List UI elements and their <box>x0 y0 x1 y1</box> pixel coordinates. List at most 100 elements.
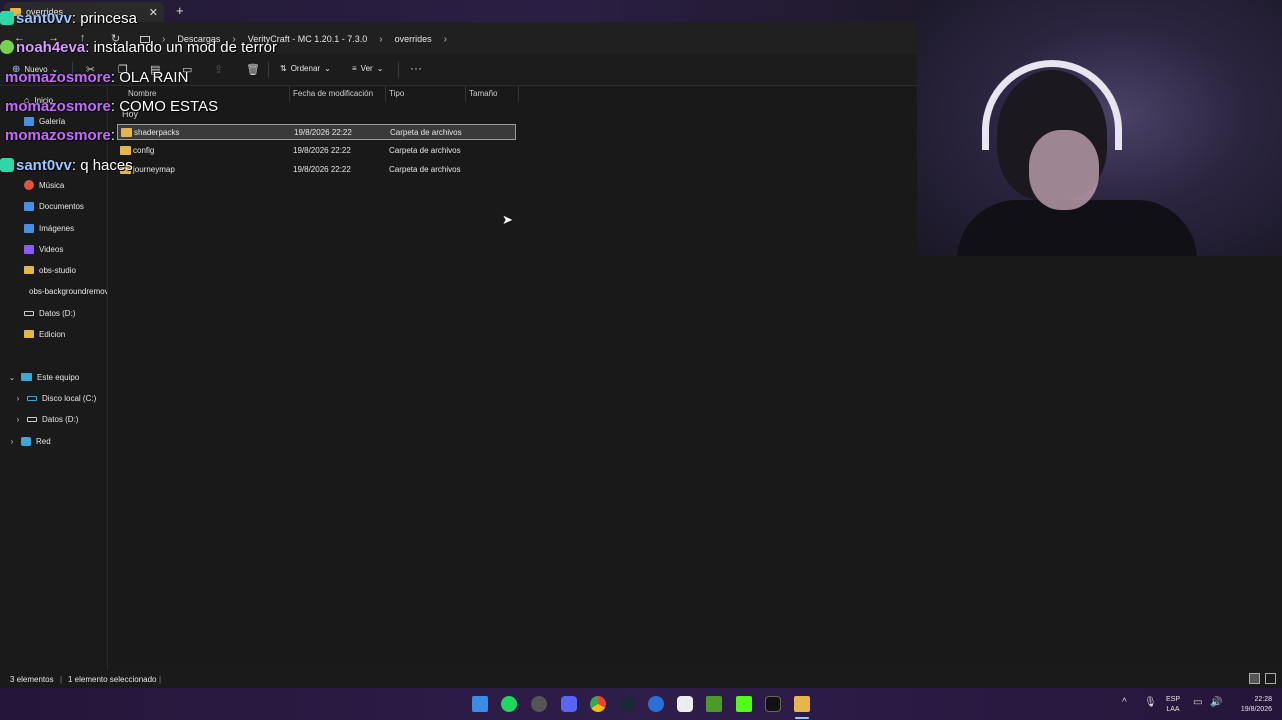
view-button[interactable]: ≡ Ver ⌄ <box>352 64 383 73</box>
chat-username: noah4eva <box>16 39 86 56</box>
file-name: journeymap <box>133 165 175 174</box>
clock[interactable]: 22:28 19/8/2026 <box>1226 695 1272 715</box>
chat-message: momazosmore: <box>5 127 115 144</box>
sidebar-item-obs-backgroundremoval[interactable]: obs-backgroundremoval <box>24 282 107 300</box>
sidebar-item-images[interactable]: Imágenes 📌 <box>24 219 129 237</box>
file-row[interactable]: shaderpacks 19/8/2026 22:22 Carpeta de a… <box>117 124 516 140</box>
chrome-icon[interactable] <box>590 696 606 712</box>
file-type: Carpeta de archivos <box>389 146 461 155</box>
network-icon[interactable]: ▭ <box>1193 697 1202 708</box>
more-options-icon[interactable]: ··· <box>410 61 422 75</box>
date-label: 19/8/2026 <box>1240 706 1272 713</box>
chevron-right-icon[interactable]: › <box>14 415 22 424</box>
sidebar-item-datos-d-tree[interactable]: › Datos (D:) <box>14 410 79 428</box>
close-tab-button[interactable]: ✕ <box>149 6 158 19</box>
sidebar-item-label: Este equipo <box>37 372 80 382</box>
kick-icon[interactable] <box>736 696 752 712</box>
drive-icon <box>27 416 37 422</box>
badge-icon <box>0 158 14 172</box>
badge-icon <box>0 40 14 54</box>
sidebar-item-documents[interactable]: Documentos 📌 <box>24 197 129 215</box>
sidebar-item-datos-d[interactable]: Datos (D:) <box>24 304 75 322</box>
sidebar-item-label: Disco local (C:) <box>42 393 97 403</box>
title-bar: overrides ✕ + <box>0 0 917 22</box>
new-tab-button[interactable]: + <box>176 3 184 18</box>
app-icon[interactable] <box>531 696 547 712</box>
sidebar-item-label: Documentos <box>39 201 84 211</box>
file-list: Nombre Fecha de modificación Tipo Tamaño… <box>108 86 917 670</box>
documents-icon <box>24 201 34 211</box>
computer-icon <box>21 373 32 381</box>
column-divider[interactable] <box>385 86 386 102</box>
windows-start-icon[interactable] <box>472 696 488 712</box>
drive-icon <box>24 310 34 316</box>
selection-count: 1 elemento seleccionado <box>68 675 157 684</box>
chevron-right-icon[interactable]: › <box>14 394 22 403</box>
chevron-right-icon[interactable]: › <box>8 437 16 446</box>
file-row[interactable]: journeymap 19/8/2026 22:22 Carpeta de ar… <box>117 162 516 178</box>
column-header-name[interactable]: Nombre <box>128 89 156 98</box>
network-icon <box>21 436 31 446</box>
chevron-up-icon[interactable]: ^ <box>1122 697 1127 708</box>
sidebar-item-obs-studio[interactable]: obs-studio <box>24 261 76 279</box>
sort-button[interactable]: ⇅ Ordenar ⌄ <box>280 64 331 73</box>
chat-username: momazosmore <box>5 69 111 86</box>
breadcrumb-item[interactable]: overrides <box>395 34 432 44</box>
chevron-right-icon[interactable]: › <box>379 34 382 45</box>
column-divider[interactable] <box>289 86 290 102</box>
file-explorer-icon[interactable] <box>794 696 810 712</box>
folder-icon <box>120 146 131 155</box>
edge-icon[interactable] <box>648 696 664 712</box>
sidebar-item-label: Imágenes <box>39 223 75 233</box>
sidebar-item-network[interactable]: › Red <box>8 432 51 450</box>
chevron-down-icon[interactable]: ⌄ <box>8 373 16 382</box>
headphones-icon <box>982 60 1122 150</box>
chat-message: noah4eva: instalando un mod de terror <box>0 39 277 56</box>
app-icon[interactable] <box>765 696 781 712</box>
capcut-icon[interactable] <box>677 696 693 712</box>
sidebar-item-local-disk-c[interactable]: › Disco local (C:) <box>14 389 97 407</box>
volume-icon[interactable]: 🔊 <box>1210 697 1222 708</box>
delete-icon[interactable]: 🗑 <box>246 63 260 76</box>
sidebar-item-videos[interactable]: Videos 📌 <box>24 240 129 258</box>
time-label: 22:28 <box>1254 696 1272 703</box>
status-divider: | <box>60 675 63 684</box>
sidebar-item-label: Edicion <box>39 329 66 339</box>
column-divider[interactable] <box>465 86 466 102</box>
file-row[interactable]: config 19/8/2026 22:22 Carpeta de archiv… <box>117 143 516 159</box>
spotify-icon[interactable] <box>501 696 517 712</box>
sidebar-item-this-pc[interactable]: ⌄ Este equipo <box>8 368 80 386</box>
item-count: 3 elementos <box>10 675 54 684</box>
share-icon[interactable]: ⇪ <box>214 63 223 76</box>
sidebar-item-label: Datos (D:) <box>42 414 79 424</box>
minecraft-icon[interactable] <box>706 696 722 712</box>
folder-icon <box>121 128 132 137</box>
divider <box>398 62 399 78</box>
column-header-date[interactable]: Fecha de modificación <box>293 89 373 98</box>
chat-text: : <box>110 127 116 144</box>
column-header-type[interactable]: Tipo <box>389 89 404 98</box>
microphone-icon[interactable]: 🎙 <box>1144 697 1157 708</box>
details-view-icon[interactable] <box>1249 673 1260 684</box>
sidebar-item-edicion[interactable]: Edicion <box>24 325 65 343</box>
chevron-right-icon[interactable]: › <box>444 34 447 45</box>
chevron-down-icon: ⌄ <box>324 64 331 73</box>
chat-message: momazosmore: OLA RAIN <box>5 69 188 86</box>
sidebar-item-label: Datos (D:) <box>39 308 76 318</box>
mouse-cursor-icon: ➤ <box>502 212 513 227</box>
tiles-view-icon[interactable] <box>1265 673 1276 684</box>
gallery-icon <box>24 116 34 126</box>
sidebar-item-label: Música <box>39 180 65 190</box>
taskbar: ^ 🎙 ESP LAA ▭ 🔊 22:28 19/8/2026 <box>0 688 1282 720</box>
steam-icon[interactable] <box>619 696 635 712</box>
column-divider[interactable] <box>518 86 519 102</box>
sidebar-item-music[interactable]: Música 📌 <box>24 176 129 194</box>
webcam-person-body <box>957 200 1197 256</box>
column-header-size[interactable]: Tamaño <box>469 89 497 98</box>
active-app-indicator <box>795 717 809 719</box>
sidebar-item-label: Red <box>36 436 51 446</box>
discord-icon[interactable] <box>561 696 577 712</box>
folder-icon <box>24 266 34 274</box>
input-language[interactable]: ESP LAA <box>1163 695 1183 715</box>
chat-username: sant0vv <box>16 10 72 27</box>
